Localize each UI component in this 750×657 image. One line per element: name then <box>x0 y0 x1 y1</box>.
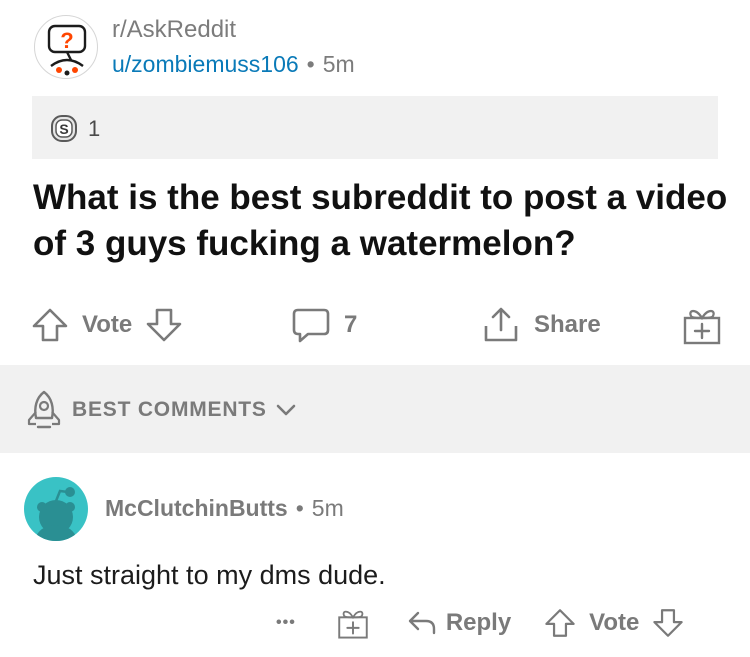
vote-label: Vote <box>82 311 133 338</box>
comment-icon <box>292 308 330 343</box>
post-title[interactable]: What is the best subreddit to post a vid… <box>33 175 733 267</box>
upvote-icon[interactable] <box>543 606 577 640</box>
sort-dropdown[interactable]: BEST COMMENTS <box>24 388 297 432</box>
gift-icon[interactable] <box>336 606 370 640</box>
share-button[interactable]: Share <box>480 300 601 350</box>
meta-separator: • <box>295 495 304 521</box>
comment-count: 7 <box>344 311 358 338</box>
comment-meta: McClutchinButts • 5m <box>105 495 344 522</box>
silver-award-icon: S <box>51 115 77 142</box>
comment-avatar[interactable] <box>24 477 88 541</box>
chevron-down-icon <box>276 404 296 416</box>
reply-label: Reply <box>445 609 512 636</box>
downvote-icon[interactable] <box>651 606 685 640</box>
award-bar[interactable] <box>32 96 718 159</box>
share-icon <box>484 307 518 342</box>
svg-text:?: ? <box>60 28 73 53</box>
more-options-button[interactable]: ••• <box>276 614 296 632</box>
share-label: Share <box>534 311 601 338</box>
comment-author[interactable]: McClutchinButts <box>105 495 288 521</box>
post-vote-group: Vote <box>30 300 184 350</box>
award-button[interactable] <box>682 300 722 350</box>
reply-button[interactable]: Reply <box>406 607 511 639</box>
sort-label: BEST COMMENTS <box>72 398 267 421</box>
comment-body: Just straight to my dms dude. <box>33 560 386 590</box>
gift-icon <box>683 309 721 345</box>
upvote-icon[interactable] <box>30 305 70 345</box>
comment-actions: ••• Reply Vote <box>276 600 685 646</box>
askreddit-icon: ? <box>47 24 87 76</box>
rocket-icon <box>27 390 61 429</box>
post-age: 5m <box>322 51 355 77</box>
comment-age: 5m <box>311 495 344 521</box>
reply-icon <box>408 611 436 635</box>
subreddit-avatar[interactable]: ? <box>34 15 98 79</box>
svg-text:S: S <box>59 121 68 137</box>
award-count: 1 <box>88 116 101 141</box>
post-author[interactable]: u/zombiemuss106 <box>112 51 299 77</box>
subreddit-name[interactable]: r/AskReddit <box>112 16 236 44</box>
snoo-avatar-icon <box>36 487 76 541</box>
comment-vote-label: Vote <box>589 609 640 636</box>
meta-separator: • <box>306 51 315 77</box>
post-meta: u/zombiemuss106 • 5m <box>112 51 355 78</box>
downvote-icon[interactable] <box>144 305 184 345</box>
comments-button[interactable]: 7 <box>290 300 357 350</box>
